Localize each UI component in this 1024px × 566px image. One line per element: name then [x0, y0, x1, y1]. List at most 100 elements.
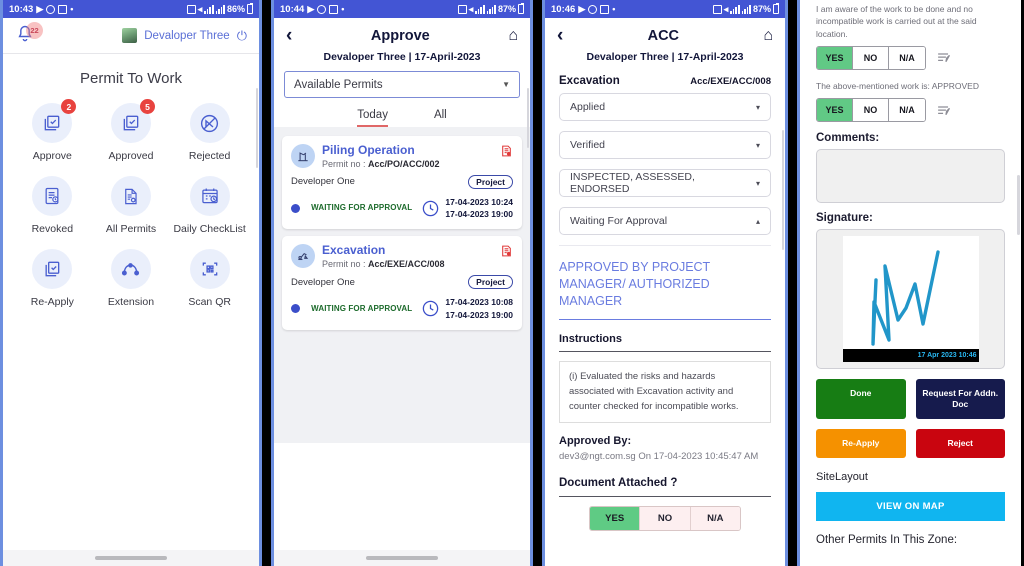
status-dot-icon	[291, 203, 300, 213]
reapply-copy-check-icon	[32, 249, 73, 289]
notifications-button[interactable]: 22	[15, 21, 43, 49]
edit-lines-pencil-icon[interactable]	[935, 102, 954, 119]
tile-label: Approve	[32, 150, 72, 162]
signature-canvas[interactable]: 17 Apr 2023 10:46	[842, 236, 979, 363]
option-na[interactable]: N/A	[889, 46, 925, 69]
approve-stack-check-icon: 2	[32, 99, 77, 143]
stage-dropdown-inspected[interactable]: INSPECTED, ASSESSED, ENDORSED ▾	[559, 169, 771, 197]
subtitle: Devaloper Three | 17-April-2023	[586, 51, 744, 63]
stage-dropdown-applied[interactable]: Applied ▾	[559, 93, 771, 121]
panel-approve-list: 10:44 ▶ • ◂ 87% ‹ Approve ⌂ Devaloper Th…	[271, 0, 533, 566]
question-text: The above-mentioned work is: APPROVED	[816, 80, 979, 91]
chevron-down-icon: ▾	[755, 140, 760, 150]
option-yes[interactable]: YES	[817, 99, 853, 122]
tile-all-permits[interactable]: All Permits	[92, 176, 171, 235]
user-area[interactable]: Devaloper Three ⏻	[122, 28, 247, 43]
app-bar: ‹ ACC ⌂	[545, 18, 785, 51]
option-na[interactable]: N/A	[889, 99, 925, 122]
sim1-signal-icon	[475, 4, 485, 14]
tile-approved[interactable]: 5 Approved	[92, 99, 171, 162]
select-value: Available Permits	[294, 78, 383, 91]
video-icon: ▶	[578, 3, 586, 14]
scrollbar-thumb[interactable]	[526, 88, 529, 148]
video-icon: ▶	[307, 3, 315, 14]
permit-no-value: Acc/EXE/ACC/008	[368, 259, 445, 270]
tile-label: Approved	[108, 150, 154, 162]
circle-k-icon	[317, 4, 327, 14]
extension-arc-nodes-icon	[110, 249, 151, 289]
permit-no-label: Permit no :	[322, 158, 366, 169]
panel-gap	[788, 0, 797, 566]
permit-header-row: Excavation Acc/EXE/ACC/008	[545, 71, 785, 93]
option-na[interactable]: N/A	[690, 507, 740, 531]
instructions-heading: Instructions	[559, 333, 771, 353]
available-permits-select[interactable]: Available Permits ▼	[284, 71, 520, 98]
done-button[interactable]: Done	[816, 379, 906, 420]
sim2-signal-icon	[215, 4, 225, 14]
comments-input[interactable]	[816, 149, 1005, 204]
reject-button[interactable]: Reject	[915, 429, 1005, 459]
option-no[interactable]: NO	[640, 507, 691, 531]
image-icon	[600, 4, 610, 14]
panel-signoff: I am aware of the work to be done and no…	[797, 0, 1021, 566]
permit-no-line: Permit no : Acc/EXE/ACC/008	[322, 259, 445, 269]
signature-pad[interactable]: 17 Apr 2023 10:46	[816, 229, 1005, 370]
question-2-options: YES NO N/A	[816, 98, 926, 123]
alarm-icon	[712, 4, 722, 14]
panel-acc-detail: 10:46 ▶ • ◂ 87% ‹ ACC ⌂ Devaloper Three …	[542, 0, 788, 566]
page-title: Permit To Work	[80, 70, 182, 87]
tile-approve[interactable]: 2 Approve	[13, 99, 92, 162]
scrollbar-thumb[interactable]	[781, 130, 784, 250]
re-apply-button[interactable]: Re-Apply	[816, 429, 906, 459]
user-name: Devaloper Three	[144, 29, 230, 42]
scrollbar-thumb[interactable]	[1017, 175, 1020, 235]
approved-by-label: Approved By:	[559, 435, 632, 448]
status-badge: Project	[468, 174, 513, 189]
panel-dashboard: 10:43 ▶ • ◂ 86% 22 Devaloper Three ⏻ Per…	[0, 0, 262, 566]
status-bar: 10:46 ▶ • ◂ 87%	[545, 0, 785, 18]
chevron-down-icon: ▼	[502, 80, 510, 89]
circle-k-icon	[588, 4, 598, 14]
option-no[interactable]: NO	[853, 99, 889, 122]
tab-all[interactable]: All	[434, 109, 447, 127]
home-indicator[interactable]	[274, 550, 530, 566]
stage-dropdown-verified[interactable]: Verified ▾	[559, 131, 771, 159]
revoked-list-clock-icon	[32, 176, 73, 216]
option-yes[interactable]: YES	[817, 46, 853, 69]
tile-scan-qr[interactable]: Scan QR	[170, 249, 249, 308]
wifi-icon: ◂	[723, 3, 729, 14]
tile-rejected[interactable]: Rejected	[170, 103, 249, 162]
home-icon[interactable]: ⌂	[508, 27, 518, 44]
view-on-map-button[interactable]: VIEW ON MAP	[816, 492, 1005, 522]
scrollbar-thumb[interactable]	[255, 88, 258, 168]
option-no[interactable]: NO	[853, 46, 889, 69]
tab-today[interactable]: Today	[357, 109, 388, 127]
home-indicator[interactable]	[3, 550, 259, 566]
document-icon[interactable]	[500, 244, 513, 263]
all-permits-document-icon	[110, 176, 151, 216]
tile-label: Re-Apply	[30, 296, 74, 308]
home-icon[interactable]: ⌂	[763, 27, 773, 44]
badge-count: 5	[139, 99, 155, 114]
time-end: 17-04-2023 19:00	[445, 209, 513, 220]
tile-revoked[interactable]: Revoked	[13, 176, 92, 235]
list-item[interactable]: Excavation Permit no : Acc/EXE/ACC/008 D…	[282, 236, 522, 330]
option-yes[interactable]: YES	[590, 507, 641, 531]
list-item[interactable]: Piling Operation Permit no : Acc/PO/ACC/…	[282, 136, 522, 230]
tile-re-apply[interactable]: Re-Apply	[13, 249, 92, 308]
power-logout-icon[interactable]: ⏻	[237, 29, 247, 42]
other-permits-label: Other Permits In This Zone:	[816, 534, 958, 547]
edit-lines-pencil-icon[interactable]	[935, 49, 954, 66]
status-badge: Project	[468, 275, 513, 290]
request-addn-doc-button[interactable]: Request For Addn. Doc	[915, 379, 1005, 420]
tile-extension[interactable]: Extension	[92, 249, 171, 308]
dot-icon: •	[341, 3, 345, 14]
avatar	[122, 28, 138, 43]
tile-daily-checklist[interactable]: Daily CheckList	[170, 176, 249, 235]
battery-percent: 87%	[752, 4, 771, 14]
time-block: 17-04-2023 10:08 17-04-2023 19:00	[421, 296, 513, 321]
dashboard-grid: 2 Approve 5 Approved Rejected Revoked Al…	[3, 93, 259, 308]
battery-icon	[773, 3, 779, 14]
stage-dropdown-waiting[interactable]: Waiting For Approval ▴	[559, 207, 771, 235]
document-icon[interactable]	[500, 144, 513, 163]
